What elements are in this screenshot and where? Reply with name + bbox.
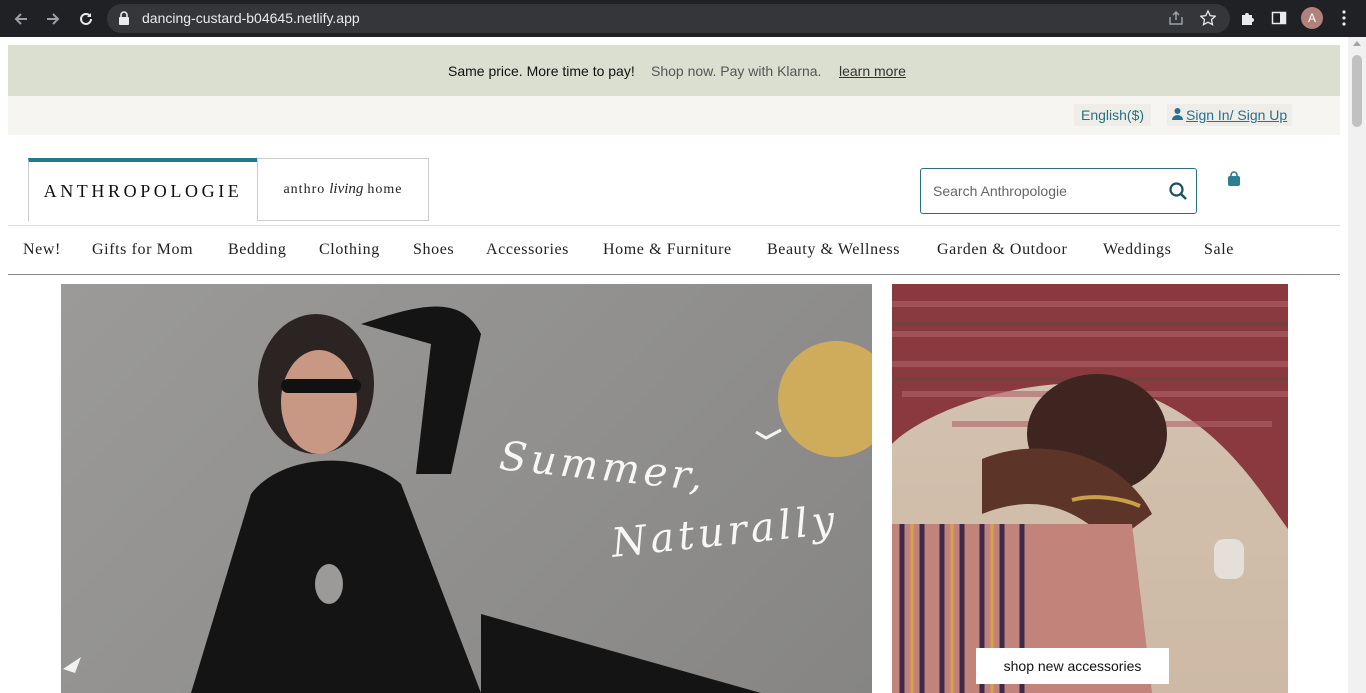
extensions-icon[interactable] bbox=[1237, 8, 1257, 28]
page-viewport: Same price. More time to pay! Shop now. … bbox=[0, 37, 1366, 693]
shopping-bag-icon[interactable] bbox=[1226, 171, 1242, 192]
menu-kebab-icon[interactable] bbox=[1334, 8, 1354, 28]
profile-avatar[interactable]: A bbox=[1301, 7, 1323, 29]
logo-home-left: anthro bbox=[283, 181, 326, 197]
nav-item-beauty-wellness[interactable]: Beauty & Wellness bbox=[767, 241, 900, 259]
promo-banner: Same price. More time to pay! Shop now. … bbox=[8, 45, 1340, 96]
sign-in-label: Sign In/ Sign Up bbox=[1186, 107, 1288, 123]
sign-in-link[interactable]: Sign In/ Sign Up bbox=[1167, 104, 1293, 126]
url-text: dancing-custard-b04645.netlify.app bbox=[142, 10, 360, 26]
search-box bbox=[920, 168, 1197, 214]
shop-new-accessories-button[interactable]: shop new accessories bbox=[976, 648, 1169, 684]
nav-item-garden-outdoor[interactable]: Garden & Outdoor bbox=[937, 241, 1067, 259]
share-icon[interactable] bbox=[1166, 8, 1186, 28]
promo-text-primary: Same price. More time to pay! bbox=[448, 63, 635, 79]
back-icon[interactable] bbox=[10, 8, 32, 30]
hero-banner-accessories[interactable]: shop new accessories bbox=[892, 284, 1288, 693]
page-scrollbar[interactable] bbox=[1348, 37, 1366, 693]
anthropologie-logo[interactable]: ANTHROPOLOGIE bbox=[28, 158, 257, 221]
nav-item-sale[interactable]: Sale bbox=[1204, 241, 1234, 259]
hero-banner-summer[interactable]: Summer, Naturally bbox=[61, 284, 872, 693]
anthro-living-home-logo[interactable]: anthro living home bbox=[257, 158, 429, 221]
logo-home-script: living bbox=[329, 181, 364, 197]
nav-item-shoes[interactable]: Shoes bbox=[413, 241, 454, 259]
logo-home-right: home bbox=[367, 181, 403, 197]
reload-icon[interactable] bbox=[75, 8, 97, 30]
nav-item-new[interactable]: New! bbox=[23, 241, 61, 259]
nav-item-home-furniture[interactable]: Home & Furniture bbox=[603, 241, 732, 259]
search-icon[interactable] bbox=[1169, 182, 1187, 205]
browser-toolbar: dancing-custard-b04645.netlify.app A bbox=[0, 0, 1366, 37]
address-bar[interactable]: dancing-custard-b04645.netlify.app bbox=[107, 4, 1230, 33]
nav-item-weddings[interactable]: Weddings bbox=[1103, 241, 1171, 259]
forward-icon[interactable] bbox=[42, 8, 64, 30]
nav-item-bedding[interactable]: Bedding bbox=[228, 241, 286, 259]
main-navigation: New! Gifts for Mom Bedding Clothing Shoe… bbox=[8, 225, 1340, 275]
nav-item-clothing[interactable]: Clothing bbox=[319, 241, 380, 259]
user-icon bbox=[1172, 107, 1183, 123]
learn-more-link[interactable]: learn more bbox=[839, 63, 906, 79]
side-panel-icon[interactable] bbox=[1269, 8, 1289, 28]
lock-icon bbox=[118, 11, 130, 30]
promo-text-secondary: Shop now. Pay with Klarna. bbox=[651, 63, 822, 79]
accessories-illustration bbox=[892, 284, 1288, 693]
bookmark-star-icon[interactable] bbox=[1198, 8, 1218, 28]
language-selector[interactable]: English($) bbox=[1074, 104, 1152, 126]
scroll-up-icon[interactable] bbox=[1353, 41, 1361, 46]
nav-item-accessories[interactable]: Accessories bbox=[486, 241, 569, 259]
hero-illustration bbox=[63, 306, 872, 693]
search-input[interactable] bbox=[933, 180, 1153, 202]
utility-bar: English($) Sign In/ Sign Up bbox=[8, 96, 1340, 135]
scrollbar-thumb[interactable] bbox=[1352, 55, 1362, 127]
nav-item-gifts-for-mom[interactable]: Gifts for Mom bbox=[92, 241, 193, 259]
